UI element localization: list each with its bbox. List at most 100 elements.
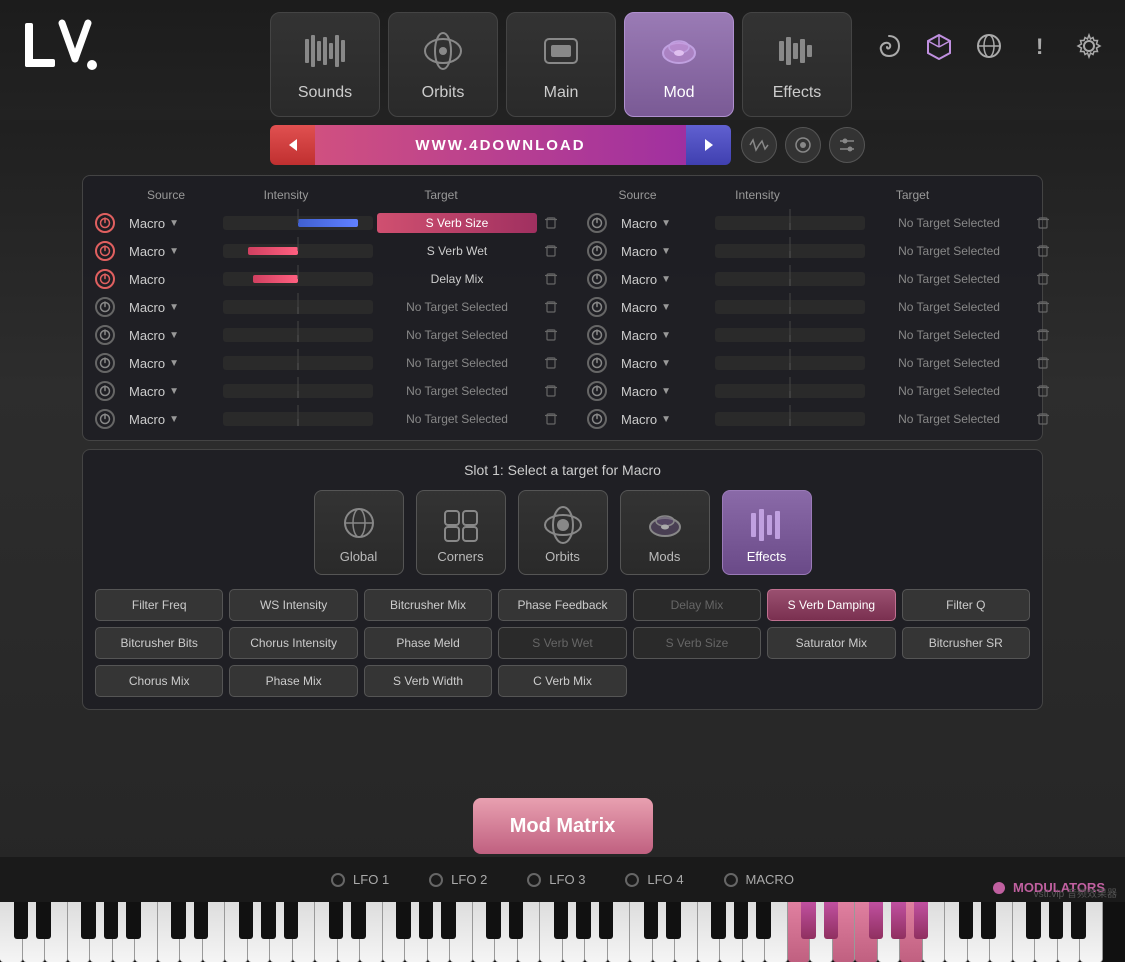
white-key-72[interactable] [945,902,968,962]
target-btn-14[interactable]: Chorus Mix [95,665,223,697]
power-button[interactable] [587,353,607,373]
target-label[interactable]: No Target Selected [869,381,1029,401]
target-btn-2[interactable]: Bitcrusher Mix [364,589,492,621]
power-button[interactable] [587,381,607,401]
target-btn-9[interactable]: Phase Meld [364,627,492,659]
sliders-button[interactable] [829,127,865,163]
black-key-61[interactable] [801,902,816,939]
delete-button[interactable] [1033,297,1053,317]
black-key-27[interactable] [351,902,366,939]
white-key-0[interactable] [0,902,23,962]
delete-button[interactable] [541,409,561,429]
black-key-30[interactable] [396,902,411,939]
black-key-3[interactable] [36,902,51,939]
target-label[interactable]: S Verb Size [377,213,537,233]
target-btn-7[interactable]: Bitcrusher Bits [95,627,223,659]
power-button[interactable] [587,269,607,289]
target-label[interactable]: No Target Selected [869,213,1029,233]
power-button[interactable] [95,381,115,401]
power-button[interactable] [95,297,115,317]
black-key-73[interactable] [959,902,974,939]
target-btn-8[interactable]: Chorus Intensity [229,627,357,659]
target-tab-effects[interactable]: Effects [722,490,812,575]
intensity-slider[interactable] [223,328,373,342]
target-label[interactable]: No Target Selected [869,325,1029,345]
power-button[interactable] [95,269,115,289]
black-key-1[interactable] [14,902,29,939]
globe-icon[interactable] [973,30,1005,62]
white-key-65[interactable] [855,902,878,962]
power-button[interactable] [95,409,115,429]
target-label[interactable]: No Target Selected [377,409,537,429]
target-btn-0[interactable]: Filter Freq [95,589,223,621]
transport-prev-button[interactable] [270,125,315,165]
tab-effects[interactable]: Effects [742,12,852,117]
black-key-82[interactable] [1071,902,1086,939]
intensity-slider[interactable] [715,412,865,426]
target-tab-mods[interactable]: Mods [620,490,710,575]
intensity-slider[interactable] [715,384,865,398]
target-btn-12[interactable]: Saturator Mix [767,627,895,659]
target-label[interactable]: No Target Selected [377,297,537,317]
white-key-53[interactable] [698,902,721,962]
target-tab-corners[interactable]: Corners [416,490,506,575]
black-key-20[interactable] [261,902,276,939]
black-key-46[interactable] [599,902,614,939]
power-button[interactable] [95,325,115,345]
white-key-24[interactable] [315,902,338,962]
black-key-75[interactable] [981,902,996,939]
target-label[interactable]: No Target Selected [869,269,1029,289]
black-key-18[interactable] [239,902,254,939]
white-key-41[interactable] [540,902,563,962]
black-key-32[interactable] [419,902,434,939]
black-key-13[interactable] [171,902,186,939]
tab-orbits[interactable]: Orbits [388,12,498,117]
target-btn-1[interactable]: WS Intensity [229,589,357,621]
target-btn-10[interactable]: S Verb Wet [498,627,626,659]
delete-button[interactable] [541,241,561,261]
intensity-slider[interactable] [223,300,373,314]
target-label[interactable]: Delay Mix [377,269,537,289]
white-key-48[interactable] [630,902,653,962]
white-key-36[interactable] [473,902,496,962]
white-key-5[interactable] [68,902,91,962]
white-key-12[interactable] [158,902,181,962]
black-key-8[interactable] [104,902,119,939]
target-label[interactable]: No Target Selected [869,409,1029,429]
intensity-slider[interactable] [715,244,865,258]
power-button[interactable] [95,241,115,261]
target-btn-16[interactable]: S Verb Width [364,665,492,697]
black-key-22[interactable] [284,902,299,939]
target-btn-17[interactable]: C Verb Mix [498,665,626,697]
target-tab-orbits[interactable]: Orbits [518,490,608,575]
lfo-item-macro[interactable]: MACRO [724,872,794,887]
delete-button[interactable] [541,381,561,401]
transport-next-button[interactable] [686,125,731,165]
cube-icon[interactable] [923,30,955,62]
intensity-slider[interactable] [223,216,373,230]
white-key-29[interactable] [383,902,406,962]
lfo-item-lfo2[interactable]: LFO 2 [429,872,487,887]
black-key-25[interactable] [329,902,344,939]
delete-button[interactable] [541,213,561,233]
delete-button[interactable] [541,269,561,289]
target-btn-13[interactable]: Bitcrusher SR [902,627,1030,659]
intensity-slider[interactable] [715,300,865,314]
delete-button[interactable] [1033,381,1053,401]
power-button[interactable] [587,325,607,345]
intensity-slider[interactable] [715,328,865,342]
white-key-77[interactable] [1013,902,1036,962]
delete-button[interactable] [1033,409,1053,429]
mod-matrix-button[interactable]: Mod Matrix [473,798,653,854]
tab-main[interactable]: Main [506,12,616,117]
intensity-slider[interactable] [715,356,865,370]
black-key-56[interactable] [734,902,749,939]
target-tab-global[interactable]: Global [314,490,404,575]
intensity-slider[interactable] [223,244,373,258]
delete-button[interactable] [541,325,561,345]
target-label[interactable]: No Target Selected [377,381,537,401]
black-key-44[interactable] [576,902,591,939]
spiral-icon[interactable] [873,30,905,62]
target-btn-5[interactable]: S Verb Damping [767,589,895,621]
target-label[interactable]: No Target Selected [377,325,537,345]
